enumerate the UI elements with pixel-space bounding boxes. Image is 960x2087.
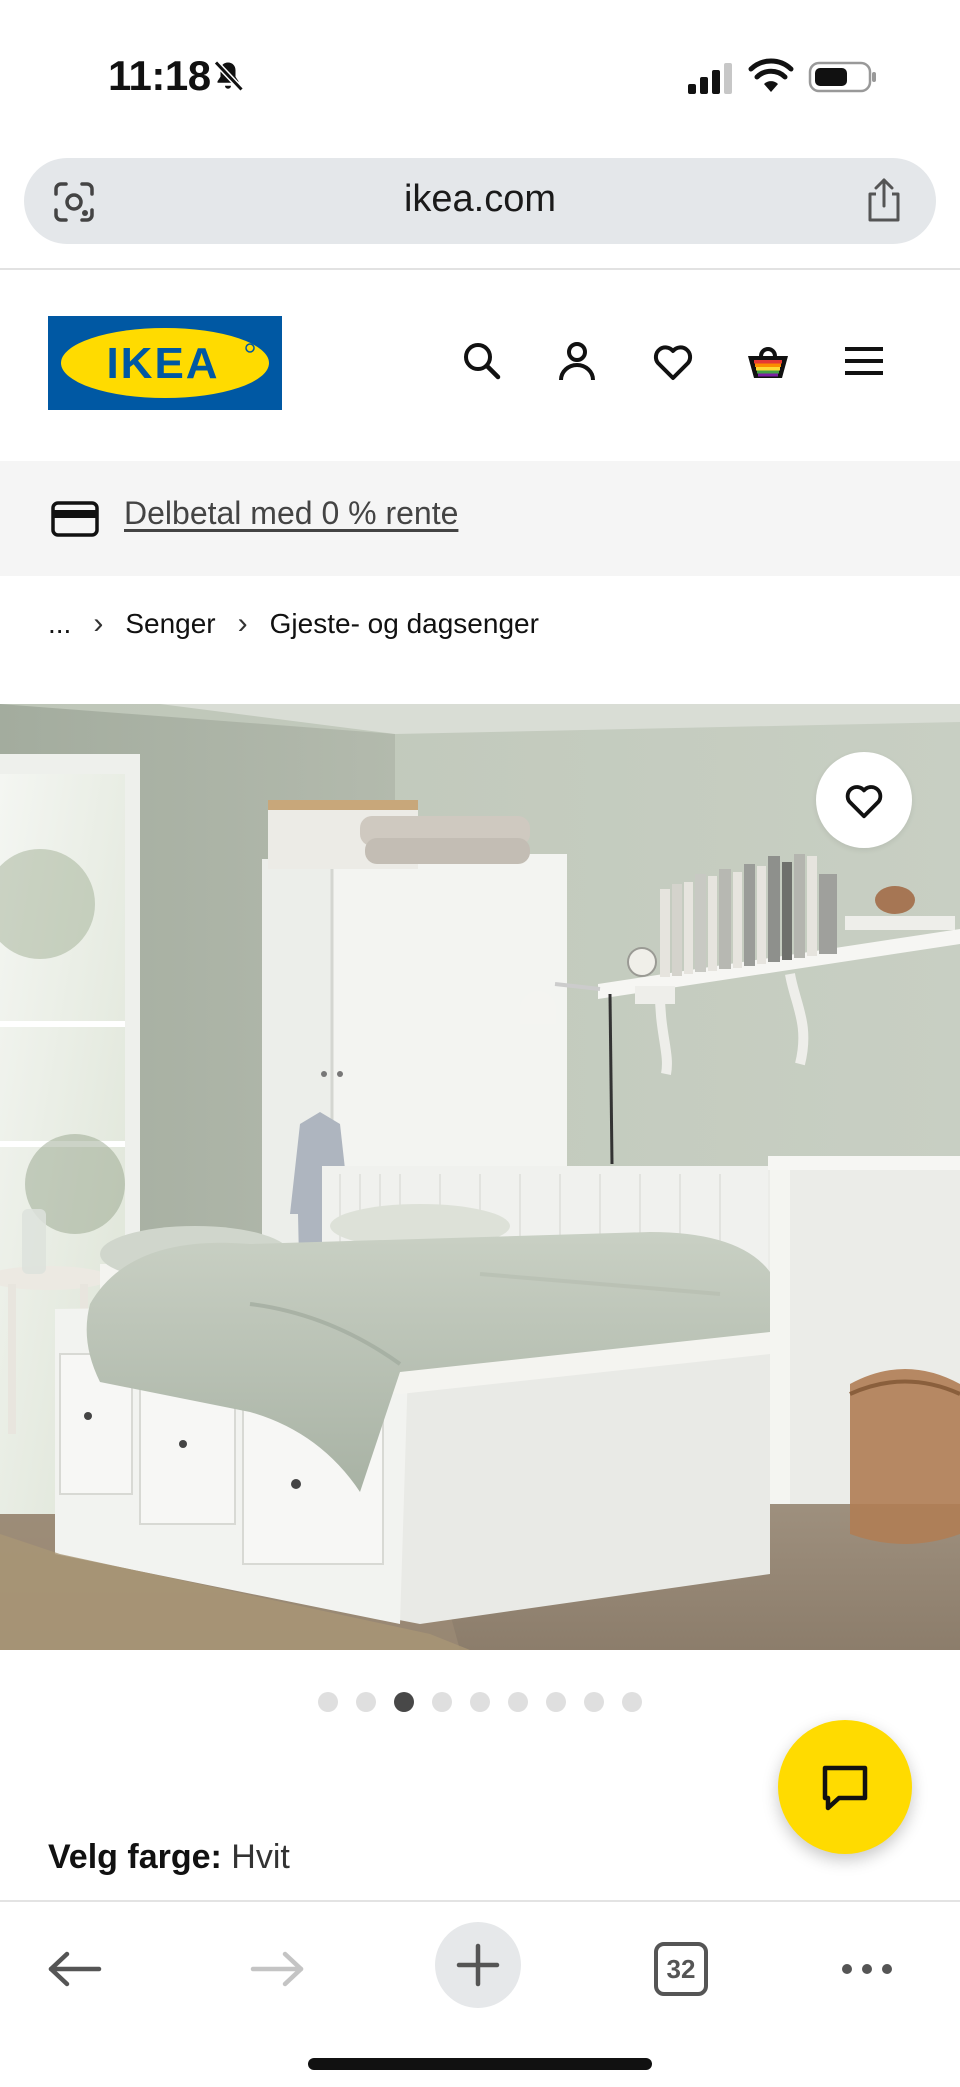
status-bar: 11:18 xyxy=(0,0,960,150)
menu-icon[interactable] xyxy=(841,338,887,384)
url-text[interactable]: ikea.com xyxy=(24,178,936,221)
ikea-logo[interactable]: IKEA xyxy=(48,316,282,410)
status-time: 11:18 xyxy=(108,52,211,99)
breadcrumb: ... › Senger › Gjeste- og dagsenger xyxy=(48,607,539,641)
color-label: Velg farge: xyxy=(48,1838,222,1876)
favourites-icon[interactable] xyxy=(650,338,696,384)
new-tab-button[interactable] xyxy=(435,1922,521,2008)
account-icon[interactable] xyxy=(554,338,600,384)
heart-icon xyxy=(845,785,883,819)
color-selector-label: Velg farge: Hvit xyxy=(48,1838,290,1877)
breadcrumb-item-daybeds[interactable]: Gjeste- og dagsenger xyxy=(270,608,539,640)
svg-text:IKEA: IKEA xyxy=(106,339,219,388)
divider xyxy=(0,268,960,270)
carousel-dot[interactable] xyxy=(546,1692,566,1712)
forward-button[interactable] xyxy=(232,1924,322,2014)
carousel-dot[interactable] xyxy=(318,1692,338,1712)
arrow-right-icon xyxy=(250,1951,304,1987)
cellular-signal-icon xyxy=(688,63,732,94)
carousel-dot[interactable] xyxy=(356,1692,376,1712)
chat-button[interactable] xyxy=(778,1720,912,1854)
carousel-dot[interactable] xyxy=(622,1692,642,1712)
carousel-dot[interactable] xyxy=(584,1692,604,1712)
promo-banner: Delbetal med 0 % rente xyxy=(0,461,960,576)
tab-count: 32 xyxy=(654,1942,708,1996)
arrow-left-icon xyxy=(48,1951,102,1987)
credit-card-icon xyxy=(51,501,99,537)
breadcrumb-ellipsis[interactable]: ... xyxy=(48,608,71,640)
more-icon xyxy=(842,1964,892,1974)
battery-icon xyxy=(808,61,876,93)
color-value: Hvit xyxy=(231,1838,290,1876)
address-bar[interactable]: ikea.com xyxy=(24,158,936,244)
more-options-button[interactable] xyxy=(822,1924,912,2014)
plus-icon xyxy=(456,1943,500,1987)
breadcrumb-item-senger[interactable]: Senger xyxy=(125,608,215,640)
chevron-right-icon: › xyxy=(237,607,248,640)
home-indicator xyxy=(308,2058,652,2070)
wifi-icon xyxy=(748,58,794,92)
chevron-right-icon: › xyxy=(93,607,104,640)
bell-off-icon xyxy=(213,60,244,92)
search-icon[interactable] xyxy=(459,338,505,384)
add-to-favourites-button[interactable] xyxy=(816,752,912,848)
carousel-dot[interactable] xyxy=(508,1692,528,1712)
carousel-dot[interactable] xyxy=(432,1692,452,1712)
product-image[interactable] xyxy=(0,704,960,1650)
shopping-bag-icon[interactable] xyxy=(745,338,791,384)
share-icon[interactable] xyxy=(862,176,906,224)
carousel-pagination xyxy=(0,1692,960,1712)
carousel-dot-active[interactable] xyxy=(394,1692,414,1712)
financing-link[interactable]: Delbetal med 0 % rente xyxy=(124,495,458,532)
carousel-dot[interactable] xyxy=(470,1692,490,1712)
back-button[interactable] xyxy=(30,1924,120,2014)
chat-bubble-icon xyxy=(822,1765,868,1811)
tabs-button[interactable]: 32 xyxy=(636,1924,726,2014)
